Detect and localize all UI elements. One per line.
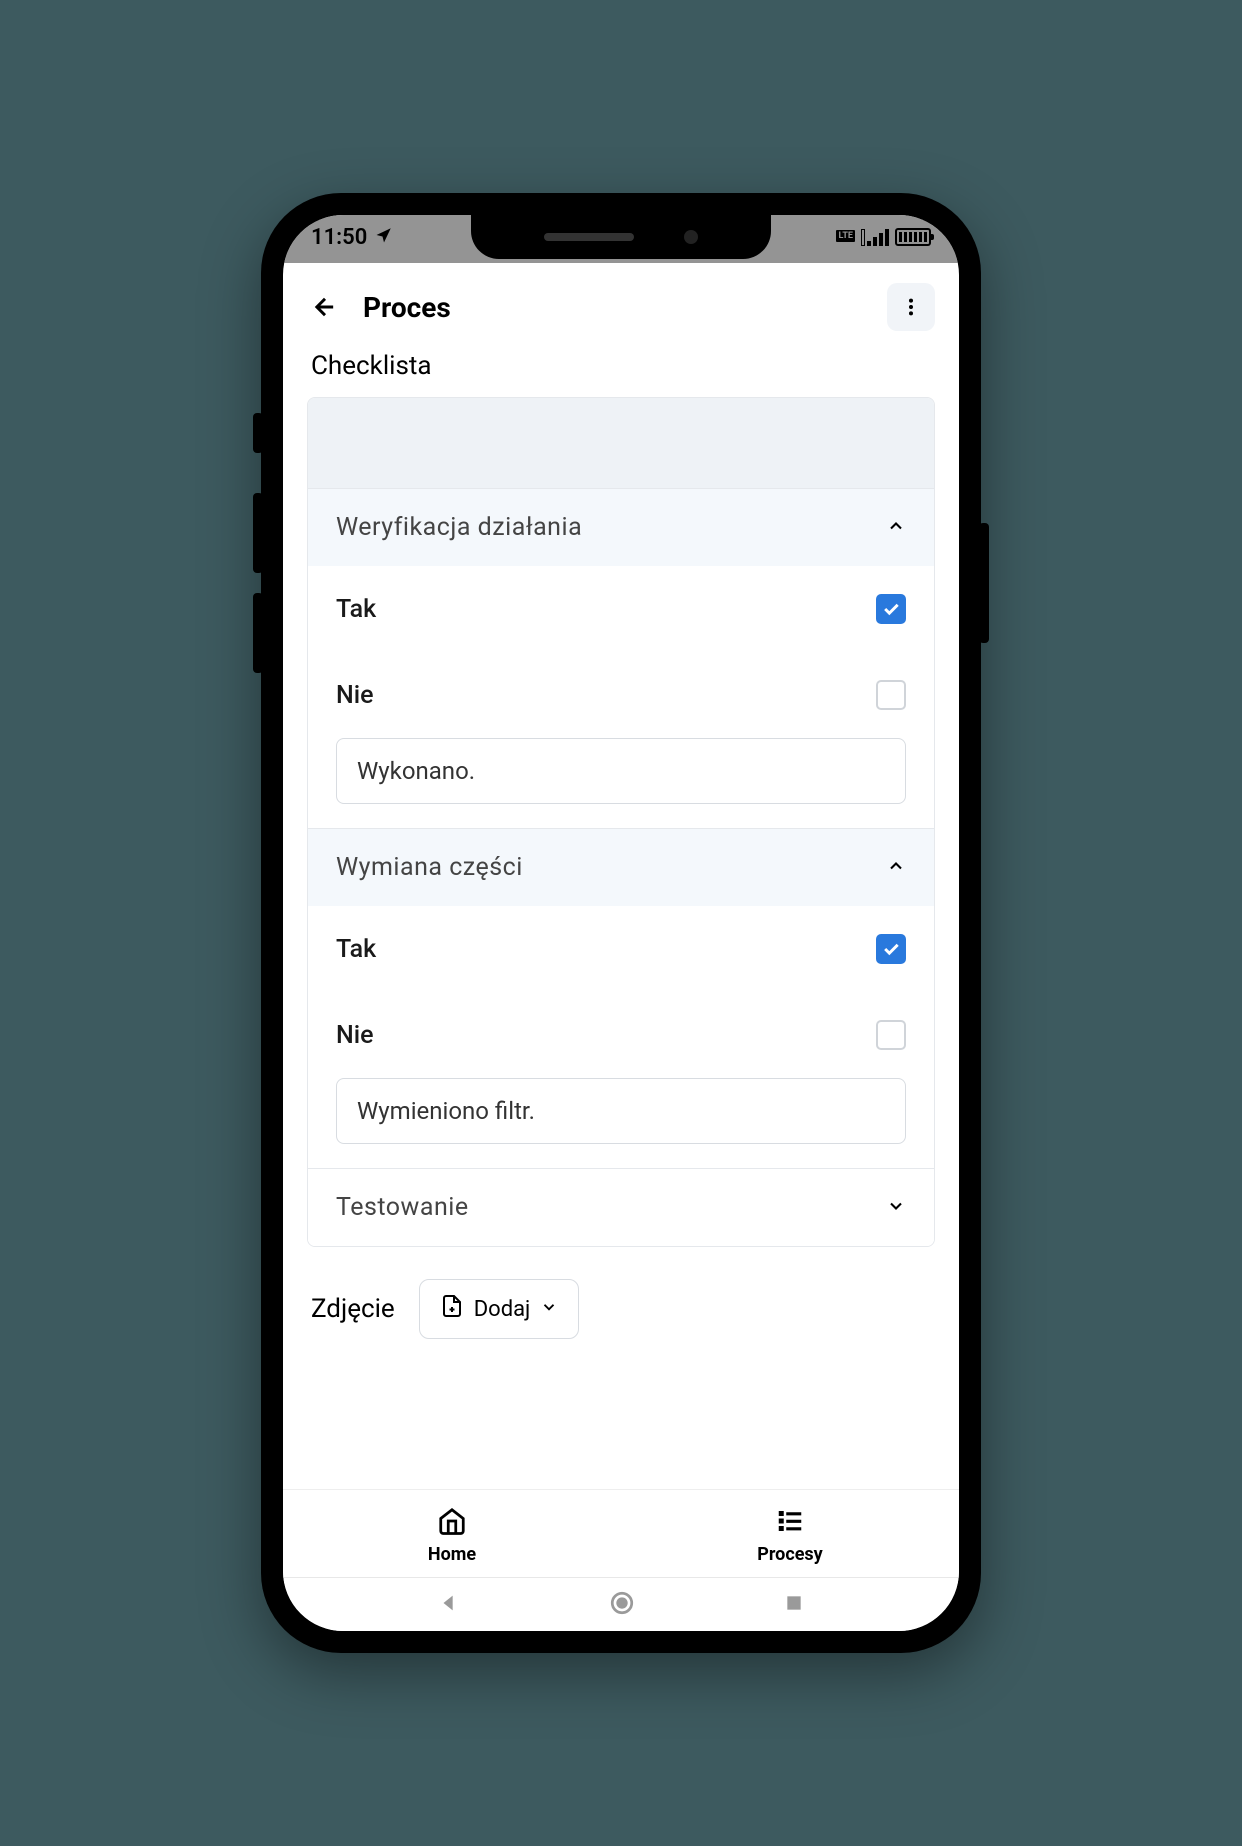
accordion-header-parts[interactable]: Wymiana części xyxy=(308,828,934,906)
nav-procesy[interactable]: Procesy xyxy=(621,1490,959,1577)
app-header: Proces xyxy=(283,263,959,351)
nav-home-label: Home xyxy=(428,1544,476,1565)
checklist-heading: Checklista xyxy=(307,351,935,381)
chevron-up-icon xyxy=(886,516,906,540)
accordion-title: Weryfikacja działania xyxy=(336,513,582,542)
chevron-down-icon xyxy=(540,1297,558,1322)
checkbox-no[interactable] xyxy=(876,1020,906,1050)
list-icon xyxy=(775,1506,805,1540)
accordion-body-parts: Tak Nie xyxy=(308,906,934,1168)
checkbox-no[interactable] xyxy=(876,680,906,710)
nav-procesy-label: Procesy xyxy=(757,1544,823,1565)
nav-home[interactable]: Home xyxy=(283,1490,621,1577)
bottom-nav: Home Procesy xyxy=(283,1489,959,1577)
phone-frame: 11:50 LTE Proces xyxy=(261,193,981,1653)
android-recent-icon[interactable] xyxy=(784,1593,804,1617)
status-time: 11:50 xyxy=(311,225,367,250)
check-label-yes: Tak xyxy=(336,935,376,964)
accordion-header-verification[interactable]: Weryfikacja działania xyxy=(308,488,934,566)
content-area[interactable]: Checklista Weryfikacja działania Tak xyxy=(283,351,959,1489)
chevron-up-icon xyxy=(886,856,906,880)
signal-icon xyxy=(861,228,889,246)
checkbox-yes[interactable] xyxy=(876,934,906,964)
battery-icon xyxy=(895,228,931,246)
accordion-title: Testowanie xyxy=(336,1193,469,1222)
check-label-no: Nie xyxy=(336,1021,374,1050)
add-button-label: Dodaj xyxy=(474,1297,531,1322)
checklist-container: Weryfikacja działania Tak Nie xyxy=(307,397,935,1247)
chevron-down-icon xyxy=(886,1196,906,1220)
note-input-verification[interactable] xyxy=(336,738,906,804)
file-add-icon xyxy=(440,1294,464,1324)
android-back-icon[interactable] xyxy=(438,1592,460,1618)
photo-row: Zdjęcie Dodaj xyxy=(307,1271,935,1363)
check-label-yes: Tak xyxy=(336,595,376,624)
accordion-header-testing[interactable]: Testowanie xyxy=(308,1168,934,1246)
android-home-icon[interactable] xyxy=(609,1590,635,1620)
check-row-yes: Tak xyxy=(336,906,906,992)
check-row-yes: Tak xyxy=(336,566,906,652)
check-row-no: Nie xyxy=(336,652,906,738)
android-nav-bar xyxy=(283,1577,959,1631)
checklist-blank-header xyxy=(308,398,934,488)
location-icon xyxy=(375,225,393,250)
photo-label: Zdjęcie xyxy=(311,1294,395,1324)
home-icon xyxy=(437,1506,467,1540)
check-row-no: Nie xyxy=(336,992,906,1078)
accordion-title: Wymiana części xyxy=(336,853,523,882)
checkbox-yes[interactable] xyxy=(876,594,906,624)
page-title: Proces xyxy=(363,291,867,324)
back-button[interactable] xyxy=(307,289,343,325)
more-menu-button[interactable] xyxy=(887,283,935,331)
accordion-body-verification: Tak Nie xyxy=(308,566,934,828)
add-photo-button[interactable]: Dodaj xyxy=(419,1279,580,1339)
check-label-no: Nie xyxy=(336,681,374,710)
note-input-parts[interactable] xyxy=(336,1078,906,1144)
